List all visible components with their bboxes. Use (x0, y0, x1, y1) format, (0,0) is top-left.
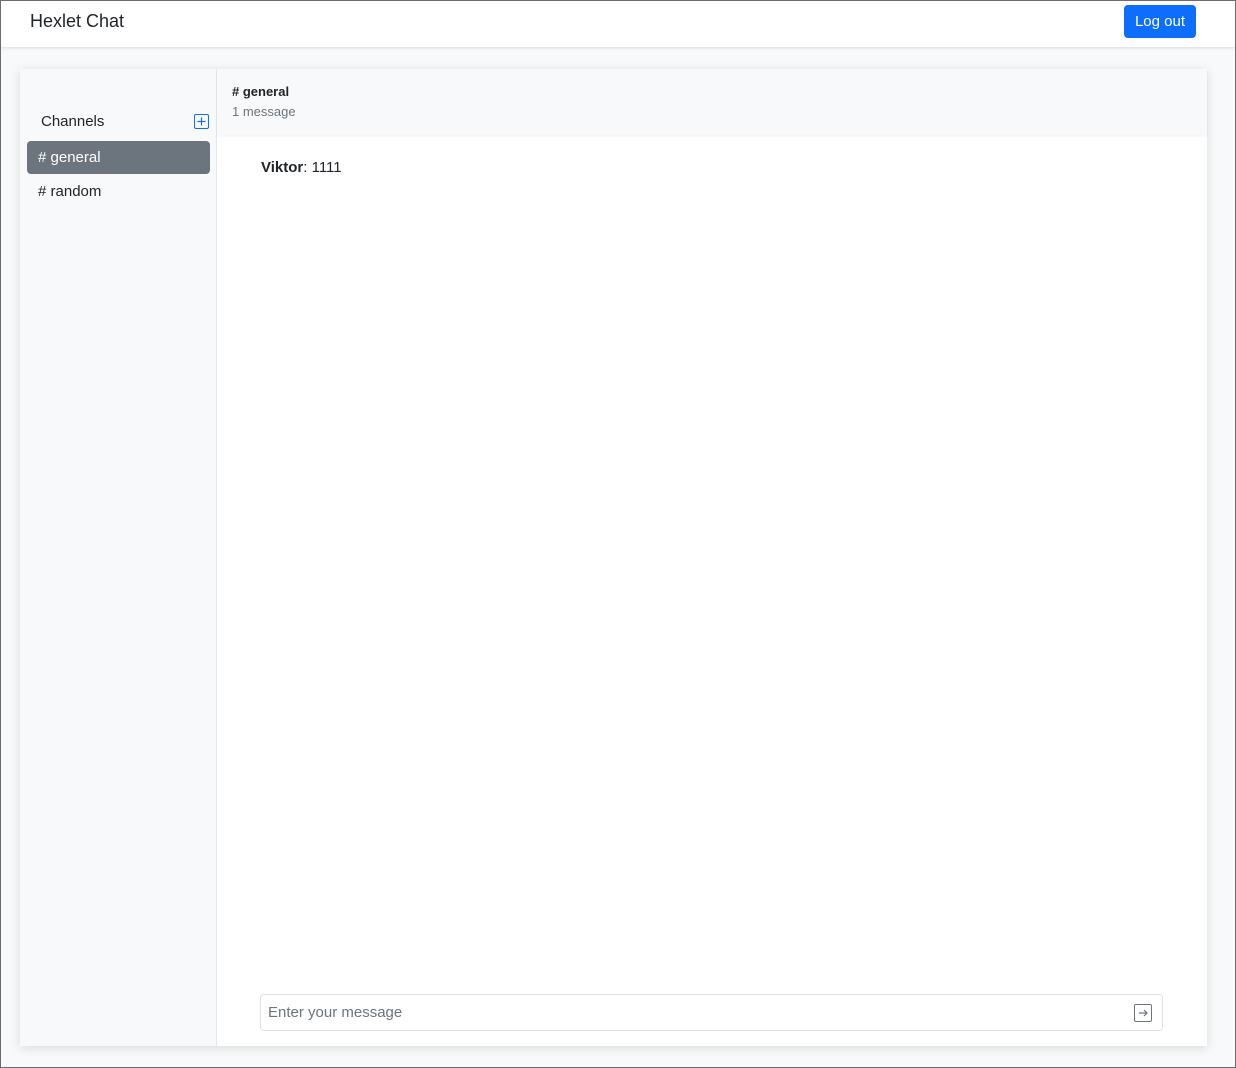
channels-title: Channels (41, 113, 105, 130)
chat-card: Channels # general # random # general 1 … (20, 69, 1207, 1046)
message-input[interactable] (268, 995, 1118, 1030)
message-list: Viktor: 1111 (261, 158, 1161, 178)
arrow-right-icon (1139, 1009, 1148, 1017)
chat-channel-name: # general (232, 84, 290, 99)
chat-panel: # general 1 message Viktor: 1111 (217, 69, 1207, 1046)
channel-item-random[interactable]: # random (27, 175, 210, 208)
chat-header: # general 1 message (217, 69, 1207, 135)
message-text: 1111 (311, 159, 342, 176)
channels-sidebar: Channels # general # random (20, 69, 217, 1046)
channel-list: # general # random (27, 141, 210, 209)
message-author: Viktor (261, 159, 304, 176)
logout-button[interactable]: Log out (1124, 5, 1196, 38)
send-button[interactable] (1134, 1004, 1152, 1022)
navbar: Hexlet Chat Log out (1, 1, 1235, 47)
channel-item-general[interactable]: # general (27, 141, 210, 174)
message-item: Viktor: 1111 (261, 158, 1161, 178)
message-count: 1 message (232, 104, 296, 119)
plus-icon (197, 117, 206, 126)
brand-link[interactable]: Hexlet Chat (30, 10, 124, 32)
app-window: Hexlet Chat Log out Channels # general #… (0, 0, 1236, 1068)
message-separator: : (303, 159, 312, 176)
message-form (260, 994, 1163, 1031)
add-channel-button[interactable] (194, 114, 209, 129)
